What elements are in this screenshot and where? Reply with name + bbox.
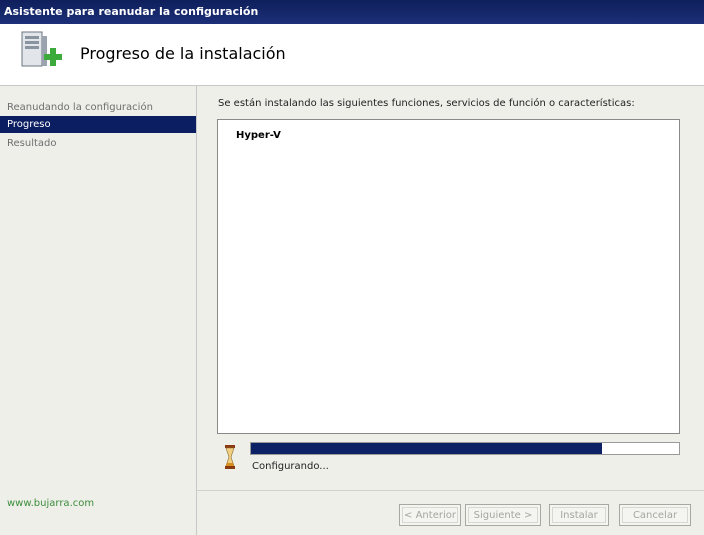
- status-text: Configurando...: [252, 461, 329, 472]
- progress-fill: [251, 443, 602, 454]
- sidebar-item-reanudando[interactable]: Reanudando la configuración: [0, 99, 196, 116]
- window-titlebar: Asistente para reanudar la configuración: [0, 0, 704, 24]
- cancel-button-label: Cancelar: [622, 507, 688, 523]
- wizard-header: Progreso de la instalación: [0, 24, 704, 86]
- install-description: Se están instalando las siguientes funci…: [218, 98, 635, 109]
- next-button[interactable]: Siguiente >: [465, 504, 541, 526]
- feature-list[interactable]: Hyper-V: [217, 119, 680, 434]
- sidebar-item-progreso[interactable]: Progreso: [0, 116, 196, 133]
- back-button[interactable]: < Anterior: [399, 504, 461, 526]
- server-add-icon: [21, 31, 62, 67]
- wizard-sidebar: Reanudando la configuración Progreso Res…: [0, 86, 197, 535]
- sidebar-item-resultado[interactable]: Resultado: [0, 135, 196, 152]
- back-button-label: < Anterior: [402, 507, 458, 523]
- page-title: Progreso de la instalación: [80, 44, 286, 63]
- install-progress-bar: [250, 442, 680, 455]
- install-button-label: Instalar: [552, 507, 606, 523]
- window-title: Asistente para reanudar la configuración: [4, 5, 259, 18]
- next-button-label: Siguiente >: [468, 507, 538, 523]
- list-item: Hyper-V: [236, 130, 281, 141]
- footer-divider: [197, 490, 704, 491]
- hourglass-icon: [225, 445, 235, 469]
- cancel-button[interactable]: Cancelar: [619, 504, 691, 526]
- wizard-main: Se están instalando las siguientes funci…: [197, 86, 704, 535]
- watermark-text: www.bujarra.com: [7, 498, 95, 509]
- install-button[interactable]: Instalar: [549, 504, 609, 526]
